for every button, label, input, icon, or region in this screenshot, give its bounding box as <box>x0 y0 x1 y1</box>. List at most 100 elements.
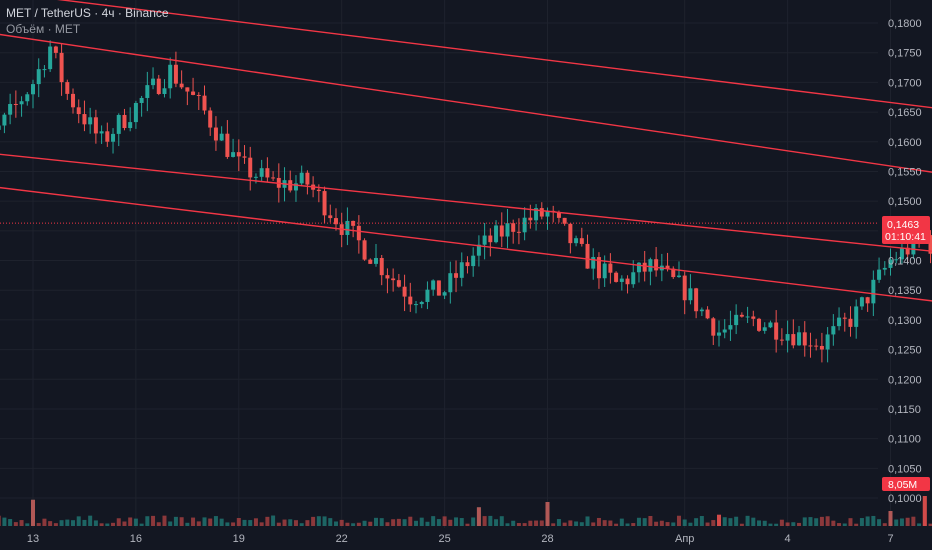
volume-bar <box>494 519 499 526</box>
candle <box>694 287 699 319</box>
price-tick-label: 0,1200 <box>888 374 922 386</box>
candle <box>551 205 556 223</box>
volume-bar <box>242 519 247 526</box>
candle <box>13 90 18 118</box>
price-tick-label: 0,1150 <box>888 404 921 416</box>
time-axis[interactable]: 131619222528Апр4710131619222528Май <box>27 533 932 545</box>
candle <box>574 235 579 247</box>
volume-bar <box>579 522 584 526</box>
volume-bar <box>151 515 156 526</box>
candle <box>505 209 510 249</box>
candle <box>374 243 378 267</box>
candle <box>379 255 384 286</box>
symbol-title[interactable]: MET / TetherUS · 4ч · Binance <box>6 6 169 20</box>
volume-bar <box>545 502 550 526</box>
candle <box>831 314 836 346</box>
price-chart[interactable]: 0,1000 0,1050 0,1100 0,1150 0,1200 0,1250 0,13… <box>0 0 932 550</box>
volume-bar <box>173 516 178 526</box>
volume-bar <box>471 517 476 526</box>
volume-bar <box>362 520 367 526</box>
volume-bar <box>591 522 596 526</box>
candle <box>219 126 224 141</box>
volume-bar <box>385 522 390 526</box>
candle <box>242 145 247 164</box>
volume-bar <box>208 518 213 526</box>
volume-bar <box>671 522 676 526</box>
volume-bar <box>917 523 922 526</box>
candle <box>208 107 213 136</box>
volume-bar <box>305 520 310 526</box>
volume-bar <box>391 519 396 526</box>
volume-bar <box>711 520 716 526</box>
candle <box>865 296 870 312</box>
candle <box>396 273 401 288</box>
candle <box>482 222 487 260</box>
candle <box>619 275 624 291</box>
price-tick-label: 0,1600 <box>888 137 922 149</box>
candle <box>797 325 802 346</box>
candle <box>522 207 527 241</box>
price-tick-label: 0,1650 <box>888 107 922 119</box>
volume-bar <box>465 523 470 526</box>
candle <box>717 320 721 347</box>
price-tick-label: 0,1350 <box>888 285 922 297</box>
volume-bar <box>196 521 201 526</box>
volume-bar <box>511 520 516 526</box>
volume-bar <box>65 519 70 526</box>
volume-bar <box>236 518 241 526</box>
candle <box>819 332 824 363</box>
volume-bar <box>59 520 64 526</box>
volume-bar <box>316 516 321 526</box>
volume-bar <box>814 518 819 526</box>
volume-bar <box>431 516 436 526</box>
candle <box>757 317 762 333</box>
volume-bar <box>396 518 401 526</box>
volume-bar <box>248 520 253 526</box>
candle <box>53 45 58 59</box>
candle <box>202 85 207 115</box>
candle <box>173 51 178 88</box>
candle <box>585 234 590 269</box>
candle <box>259 159 264 183</box>
volume-bar <box>48 521 53 526</box>
volume-bar <box>105 523 110 526</box>
candle <box>848 306 853 337</box>
candle <box>762 322 767 334</box>
volume-bar <box>436 519 441 526</box>
volume-bar <box>265 516 270 526</box>
volume-bar <box>379 518 384 526</box>
volume-bar <box>185 522 190 526</box>
volume-bar <box>745 515 750 526</box>
candle <box>654 246 659 277</box>
volume-bar <box>299 523 304 526</box>
volume-bar <box>539 520 544 526</box>
volume-bar <box>454 517 459 526</box>
candle <box>454 260 459 293</box>
candle <box>745 306 750 324</box>
candle <box>391 268 396 292</box>
candle <box>562 217 567 226</box>
candle <box>436 280 441 296</box>
price-axis[interactable]: 0,1000 0,1050 0,1100 0,1150 0,1200 0,1250 0,13… <box>888 18 922 505</box>
candle <box>111 128 116 154</box>
volume-bar <box>156 522 161 526</box>
candle <box>425 281 430 310</box>
volume-bar <box>734 516 739 526</box>
candle <box>402 274 407 312</box>
volume-bar <box>448 519 453 526</box>
price-badge-countdown: 01:10:41 <box>885 231 926 243</box>
volume-bar <box>928 523 932 526</box>
volume-legend[interactable]: Объём · MET <box>6 22 80 36</box>
candle <box>414 300 419 314</box>
volume-bar <box>751 517 756 526</box>
volume-bar <box>93 520 98 526</box>
price-tick-label: 0,1250 <box>888 345 922 357</box>
price-tick-label: 0,1300 <box>888 315 922 327</box>
volume-bar <box>225 522 230 526</box>
volume-bar <box>528 520 533 526</box>
volume-bar <box>556 519 561 526</box>
volume-bar <box>911 516 916 526</box>
price-tick-label: 0,1550 <box>888 166 922 178</box>
volume-bar <box>659 520 664 526</box>
candle <box>253 173 258 184</box>
